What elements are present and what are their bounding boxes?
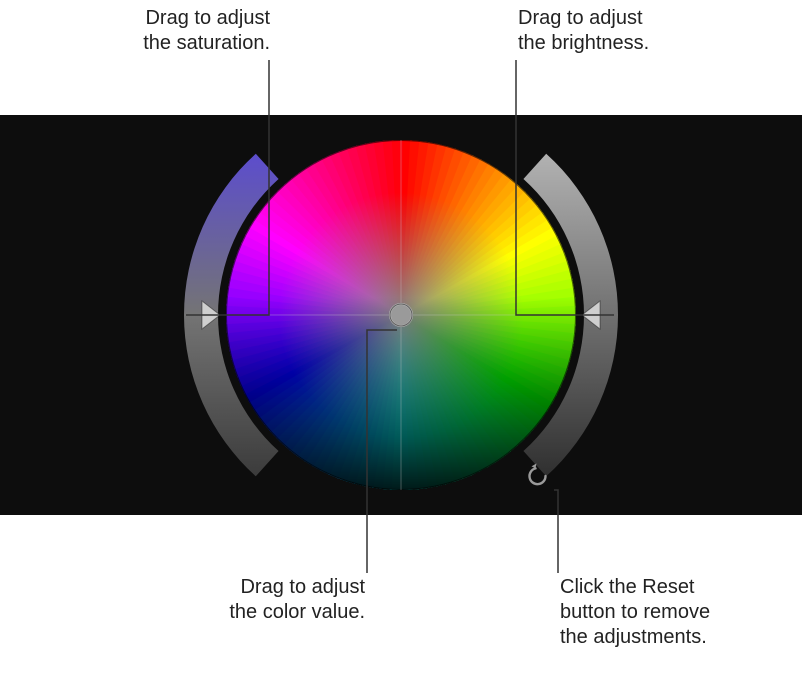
- callout-saturation: Drag to adjustthe saturation.: [60, 6, 270, 56]
- callout-colorvalue: Drag to adjustthe color value.: [150, 575, 365, 625]
- callout-brightness: Drag to adjustthe brightness.: [518, 6, 748, 56]
- color-value-handle[interactable]: [390, 304, 412, 326]
- callout-reset: Click the Resetbutton to removethe adjus…: [560, 575, 780, 650]
